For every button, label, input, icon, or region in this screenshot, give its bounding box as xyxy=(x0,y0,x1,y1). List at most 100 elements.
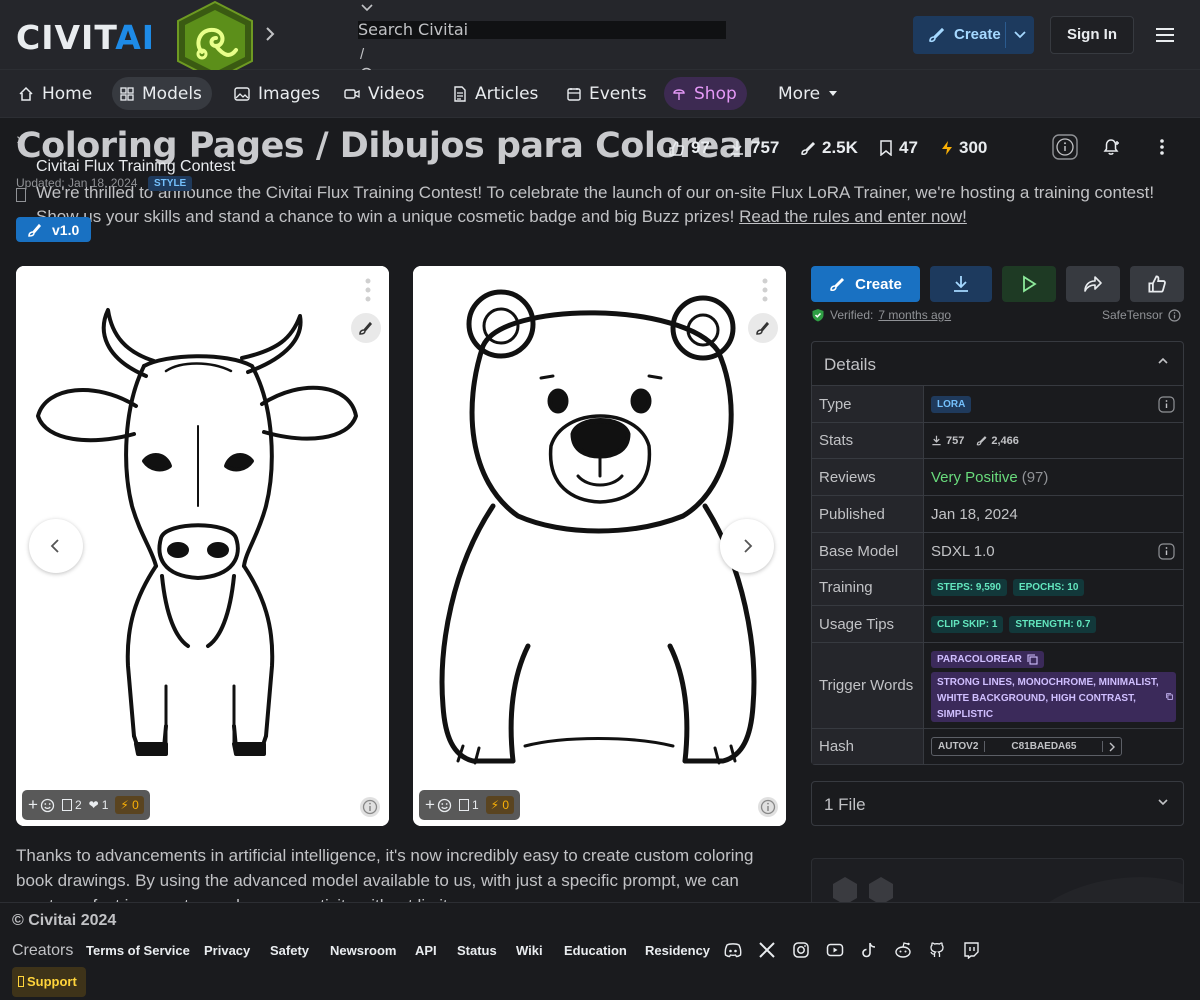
comments-value: 1 xyxy=(471,798,479,812)
review-sentiment[interactable]: Very Positive xyxy=(931,469,1018,486)
generate-create-button[interactable]: Create xyxy=(811,266,920,302)
nav-shop-label: Shop xyxy=(694,83,737,104)
nav-more-label: More xyxy=(778,83,821,104)
smile-icon xyxy=(437,798,452,812)
card-menu-icon[interactable] xyxy=(762,278,768,302)
plus-icon: + xyxy=(28,795,38,814)
reddit-icon[interactable] xyxy=(894,941,912,959)
nav-events-label: Events xyxy=(589,83,647,104)
photo-icon xyxy=(234,86,250,101)
hash-algo-selector[interactable]: AUTOV2 xyxy=(932,741,986,752)
image-info-icon[interactable] xyxy=(359,796,381,818)
menu-icon[interactable] xyxy=(1155,27,1175,43)
comments-count[interactable]: 2 xyxy=(61,798,82,812)
support-button[interactable]: Support xyxy=(12,967,86,997)
details-header[interactable]: Details xyxy=(812,342,1183,386)
contest-banner-title[interactable]: Civitai Flux Training Contest xyxy=(36,158,235,176)
buzz-tip-button[interactable]: ⚡ 0 xyxy=(485,796,515,814)
copy-icon[interactable] xyxy=(1027,654,1038,665)
footer-link-creators[interactable]: Creators xyxy=(12,942,73,960)
carousel-next-button[interactable] xyxy=(720,519,774,573)
info-icon[interactable] xyxy=(1052,134,1078,160)
trigger-word-chip[interactable]: STRONG LINES, MONOCHROME, MINIMALIST, WH… xyxy=(931,672,1176,722)
x-twitter-icon[interactable] xyxy=(758,941,776,959)
nav-articles[interactable]: Articles xyxy=(445,77,548,110)
footer-link-residency[interactable]: Residency xyxy=(645,943,710,958)
buzz-stat[interactable]: 300 xyxy=(941,138,987,158)
github-icon[interactable] xyxy=(928,941,946,959)
chevron-down-icon[interactable] xyxy=(360,2,374,14)
training-epochs-badge: EPOCHS: 10 xyxy=(1012,579,1085,596)
search-input[interactable]: Search Civitai xyxy=(358,21,726,39)
comments-count[interactable]: 1 xyxy=(458,798,479,812)
version-button[interactable]: v1.0 xyxy=(16,217,91,242)
footer-link-status[interactable]: Status xyxy=(457,943,497,958)
remix-button[interactable] xyxy=(748,313,778,343)
details-panel: Details Type LORA Stats 757 2,466 Review… xyxy=(811,341,1184,765)
footer-link-education[interactable]: Education xyxy=(564,943,627,958)
tiktok-icon[interactable] xyxy=(860,941,878,959)
carousel-prev-button[interactable] xyxy=(29,519,83,573)
info-icon[interactable] xyxy=(1168,308,1181,322)
nav-home[interactable]: Home xyxy=(10,77,102,110)
detail-row-trigger-words: Trigger Words PARACOLOREAR STRONG LINES,… xyxy=(812,643,1183,729)
sign-in-button[interactable]: Sign In xyxy=(1050,16,1134,54)
discord-icon[interactable] xyxy=(724,941,742,959)
chevron-up-icon[interactable] xyxy=(1157,356,1169,366)
footer-link-terms[interactable]: Terms of Service xyxy=(86,943,190,958)
download-icon xyxy=(731,141,743,155)
add-reaction-button[interactable]: + xyxy=(28,795,55,815)
review-count: (97) xyxy=(1021,468,1049,486)
more-options-icon[interactable] xyxy=(1149,134,1175,160)
like-button[interactable] xyxy=(1130,266,1184,302)
chevron-right-icon[interactable] xyxy=(264,25,276,43)
copy-icon[interactable] xyxy=(1166,693,1173,700)
remix-button[interactable] xyxy=(351,313,381,343)
likes-stat[interactable]: 97 xyxy=(668,138,710,158)
share-button[interactable] xyxy=(1066,266,1120,302)
files-label: 1 File xyxy=(824,795,866,814)
chevron-right-icon[interactable] xyxy=(1108,742,1116,752)
share-icon xyxy=(1084,276,1102,292)
hash-value[interactable]: C81BAEDA65 xyxy=(985,741,1104,752)
buzz-tip-button[interactable]: ⚡ 0 xyxy=(115,796,144,814)
civitai-logo[interactable]: CIVITAI xyxy=(16,18,155,57)
contest-rules-link[interactable]: Read the rules and enter now! xyxy=(739,207,967,226)
footer-link-safety[interactable]: Safety xyxy=(270,943,309,958)
youtube-icon[interactable] xyxy=(826,941,844,959)
detail-row-usage-tips: Usage Tips CLIP SKIP: 1 STRENGTH: 0.7 xyxy=(812,606,1183,643)
smile-icon xyxy=(40,798,55,812)
run-button[interactable] xyxy=(1002,266,1056,302)
nav-shop[interactable]: Shop xyxy=(664,77,747,110)
image-info-icon[interactable] xyxy=(757,796,779,818)
footer-link-privacy[interactable]: Privacy xyxy=(204,943,250,958)
likes-count[interactable]: ❤ 1 xyxy=(89,798,109,812)
nav-more[interactable]: More xyxy=(770,77,848,110)
verified-date-link[interactable]: 7 months ago xyxy=(878,308,951,322)
footer-link-wiki[interactable]: Wiki xyxy=(516,943,543,958)
bookmarks-stat[interactable]: 47 xyxy=(879,138,918,158)
file-format-label: SafeTensor xyxy=(1102,308,1163,322)
files-accordion[interactable]: 1 File xyxy=(811,781,1184,826)
info-icon[interactable] xyxy=(1158,543,1175,560)
nav-videos[interactable]: Videos xyxy=(336,77,435,110)
create-button[interactable]: Create xyxy=(913,16,1034,54)
footer-link-newsroom[interactable]: Newsroom xyxy=(330,943,396,958)
twitch-icon[interactable] xyxy=(962,941,980,959)
chevron-down-icon[interactable] xyxy=(1157,797,1169,807)
add-reaction-button[interactable]: + xyxy=(425,795,452,815)
stat-downloads: 757 xyxy=(931,435,964,447)
nav-events[interactable]: Events xyxy=(559,77,657,110)
card-menu-icon[interactable] xyxy=(365,278,371,302)
nav-models[interactable]: Models xyxy=(112,77,212,110)
support-icon xyxy=(18,976,24,987)
info-icon[interactable] xyxy=(1158,396,1175,413)
nav-images[interactable]: Images xyxy=(226,77,330,110)
chevron-down-icon[interactable] xyxy=(1013,29,1027,41)
trigger-word-chip[interactable]: PARACOLOREAR xyxy=(931,651,1044,668)
notification-bell-icon[interactable] xyxy=(1098,134,1124,160)
download-button[interactable] xyxy=(930,266,992,302)
downloads-stat: 757 xyxy=(729,138,779,158)
footer-link-api[interactable]: API xyxy=(415,943,437,958)
instagram-icon[interactable] xyxy=(792,941,810,959)
